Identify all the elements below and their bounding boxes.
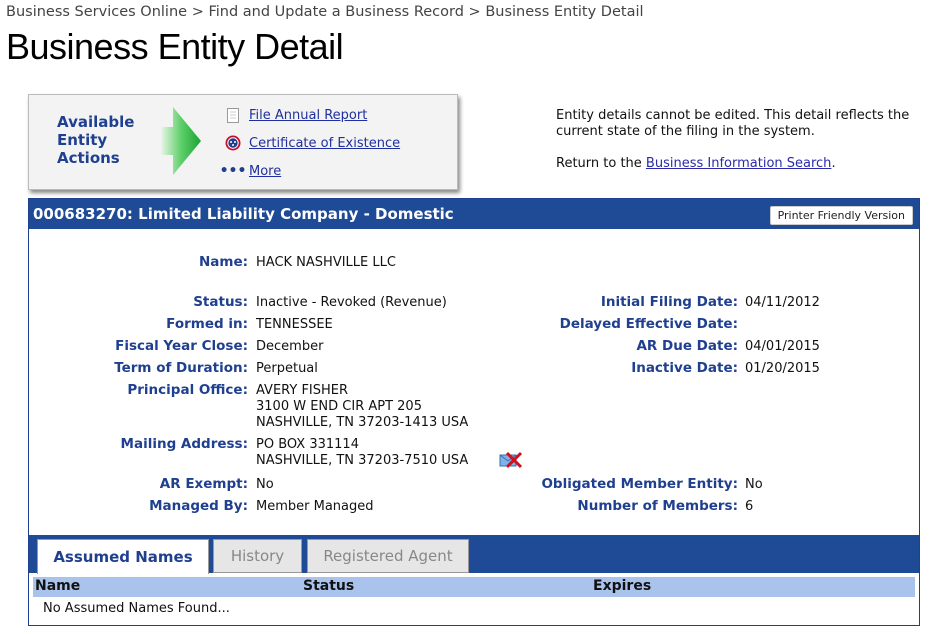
breadcrumb-separator: >	[468, 4, 481, 20]
fiscal-year-close-label: Fiscal Year Close:	[115, 338, 248, 354]
breadcrumb-current: Business Entity Detail	[485, 4, 644, 20]
assumed-names-table-header: Name Status Expires	[33, 577, 915, 597]
breadcrumb-find-update-record[interactable]: Find and Update a Business Record	[208, 4, 463, 20]
formed-in-value: TENNESSEE	[256, 317, 333, 332]
breadcrumb-business-services-online[interactable]: Business Services Online	[6, 4, 187, 20]
term-of-duration-label: Term of Duration:	[114, 360, 248, 376]
more-action[interactable]: ••• More	[219, 163, 282, 179]
mailing-address-label: Mailing Address:	[120, 436, 248, 452]
column-expires[interactable]: Expires	[593, 578, 651, 594]
formed-in-label: Formed in:	[166, 316, 248, 332]
column-name[interactable]: Name	[35, 578, 80, 594]
more-link[interactable]: More	[249, 164, 281, 179]
ar-exempt-label: AR Exempt:	[159, 476, 248, 492]
delayed-effective-date-label: Delayed Effective Date:	[559, 316, 738, 332]
address-invalid-icon[interactable]	[499, 451, 523, 469]
tab-registered-agent[interactable]: Registered Agent	[307, 539, 469, 573]
empty-table-message: No Assumed Names Found...	[43, 601, 230, 616]
number-of-members-label: Number of Members:	[577, 498, 738, 514]
edit-notice: Entity details cannot be edited. This de…	[556, 108, 910, 171]
ellipsis-icon: •••	[219, 163, 247, 179]
managed-by-label: Managed By:	[149, 498, 248, 514]
initial-filing-date-label: Initial Filing Date:	[600, 294, 738, 310]
seal-icon	[225, 135, 241, 151]
tab-assumed-names[interactable]: Assumed Names	[37, 539, 209, 574]
term-of-duration-value: Perpetual	[256, 361, 318, 376]
obligated-member-entity-label: Obligated Member Entity:	[541, 476, 738, 492]
file-annual-report-action[interactable]: File Annual Report	[225, 107, 367, 123]
detail-tabs: Assumed Names History Registered Agent	[29, 535, 919, 574]
ar-due-date-label: AR Due Date:	[636, 338, 738, 354]
certificate-of-existence-action[interactable]: Certificate of Existence	[225, 135, 400, 151]
certificate-of-existence-link[interactable]: Certificate of Existence	[249, 136, 400, 151]
page-title: Business Entity Detail	[6, 26, 344, 67]
file-annual-report-link[interactable]: File Annual Report	[249, 108, 367, 123]
ar-due-date-value: 04/01/2015	[745, 339, 820, 354]
mailing-address-value: PO BOX 331114 NASHVILLE, TN 37203-7510 U…	[256, 437, 469, 468]
principal-office-value: AVERY FISHER 3100 W END CIR APT 205 NASH…	[256, 383, 469, 430]
business-information-search-link[interactable]: Business Information Search	[646, 156, 832, 171]
breadcrumb-separator: >	[191, 4, 204, 20]
name-label: Name:	[198, 254, 248, 270]
entity-header: 000683270: Limited Liability Company - D…	[29, 199, 919, 229]
entity-actions-box: Available Entity Actions File Annual Rep…	[28, 94, 458, 190]
number-of-members-value: 6	[745, 499, 754, 514]
ar-exempt-value: No	[256, 477, 274, 492]
column-status[interactable]: Status	[303, 578, 354, 594]
breadcrumb: Business Services Online > Find and Upda…	[6, 4, 644, 20]
entity-header-title: 000683270: Limited Liability Company - D…	[33, 205, 454, 223]
initial-filing-date-value: 04/11/2012	[745, 295, 820, 310]
document-icon	[225, 107, 241, 123]
inactive-date-label: Inactive Date:	[631, 360, 738, 376]
status-value: Inactive - Revoked (Revenue)	[256, 295, 447, 310]
status-label: Status:	[193, 294, 248, 310]
entity-detail-panel: 000683270: Limited Liability Company - D…	[28, 198, 920, 626]
principal-office-label: Principal Office:	[127, 382, 248, 398]
green-arrow-icon	[161, 107, 201, 175]
inactive-date-value: 01/20/2015	[745, 361, 820, 376]
printer-friendly-button[interactable]: Printer Friendly Version	[769, 206, 913, 225]
entity-actions-label: Available Entity Actions	[57, 113, 135, 167]
name-value: HACK NASHVILLE LLC	[256, 255, 396, 270]
tab-history[interactable]: History	[213, 539, 302, 573]
obligated-member-entity-value: No	[745, 477, 763, 492]
fiscal-year-close-value: December	[256, 339, 324, 354]
managed-by-value: Member Managed	[256, 499, 374, 514]
